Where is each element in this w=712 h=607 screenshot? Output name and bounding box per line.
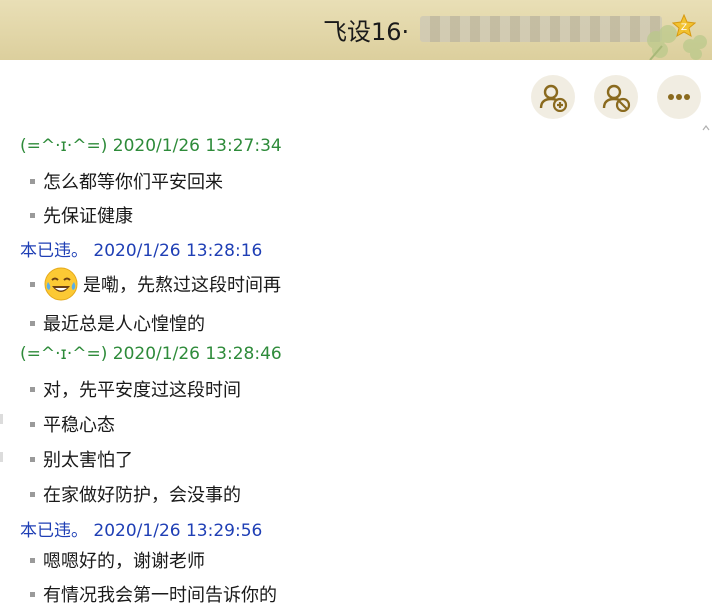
add-contact-button[interactable] [531, 75, 575, 119]
window-title: 飞设16· [323, 18, 410, 46]
bullet-icon [30, 178, 35, 184]
message-text: 嗯嗯好的，谢谢老师 [43, 551, 205, 572]
message-text: 别太害怕了 [43, 450, 133, 471]
message-text: 怎么都等你们平安回来 [43, 172, 223, 193]
laughing-tears-emoji-icon [44, 267, 78, 301]
message-text: 有情况我会第一时间告诉你的 [43, 585, 277, 606]
message-item[interactable]: 别太害怕了 [30, 446, 133, 472]
message-time: 2020/1/26 13:28:16 [93, 241, 263, 261]
message-item[interactable]: 怎么都等你们平安回来 [30, 168, 223, 194]
message-text: 在家做好防护，会没事的 [43, 485, 241, 506]
redacted-contact-info [420, 16, 662, 42]
message-text: 平稳心态 [43, 415, 115, 436]
bullet-icon [30, 491, 35, 497]
vip-badge-icon: Z [672, 14, 696, 38]
bullet-icon [30, 320, 35, 326]
sender-name: (=^·ɪ·^=) [20, 344, 108, 364]
bullet-icon [30, 557, 35, 563]
message-time: 2020/1/26 13:27:34 [112, 136, 282, 156]
scroll-up-icon[interactable] [702, 124, 710, 132]
more-options-button[interactable] [657, 75, 701, 119]
bullet-icon [30, 281, 35, 287]
message-time: 2020/1/26 13:28:46 [112, 344, 282, 364]
left-edge-marker [0, 452, 3, 462]
message-item[interactable]: 平稳心态 [30, 411, 115, 437]
message-header: (=^·ɪ·^=) 2020/1/26 13:28:46 [20, 344, 282, 364]
sender-name: 本已违。 [20, 521, 88, 541]
clover-decoration-icon [647, 25, 707, 60]
message-text: 对，先平安度过这段时间 [43, 380, 241, 401]
message-header: 本已违。 2020/1/26 13:29:56 [20, 516, 262, 541]
sender-name: 本已违。 [20, 241, 88, 261]
message-item[interactable]: 在家做好防护，会没事的 [30, 481, 241, 507]
title-bar: 飞设16· Z [0, 0, 712, 60]
bullet-icon [30, 456, 35, 462]
message-text: 是嘞，先熬过这段时间再 [83, 275, 281, 296]
left-edge-marker [0, 414, 3, 424]
message-text: 最近总是人心惶惶的 [43, 314, 205, 335]
sender-name: (=^·ɪ·^=) [20, 136, 108, 156]
message-item[interactable]: 先保证健康 [30, 202, 133, 228]
message-item[interactable]: 有情况我会第一时间告诉你的 [30, 581, 277, 607]
message-item[interactable]: 嗯嗯好的，谢谢老师 [30, 547, 205, 573]
remove-contact-button[interactable] [594, 75, 638, 119]
message-text: 先保证健康 [43, 206, 133, 227]
bullet-icon [30, 591, 35, 597]
message-item[interactable]: 是嘞，先熬过这段时间再 [30, 266, 281, 302]
message-item[interactable]: 最近总是人心惶惶的 [30, 310, 205, 336]
message-header: 本已违。 2020/1/26 13:28:16 [20, 236, 262, 261]
person-add-icon [539, 84, 568, 112]
message-time: 2020/1/26 13:29:56 [93, 521, 263, 541]
bullet-icon [30, 212, 35, 218]
person-block-icon [602, 84, 631, 112]
more-dots-icon [668, 94, 690, 100]
message-item[interactable]: 对，先平安度过这段时间 [30, 376, 241, 402]
svg-text:Z: Z [681, 23, 687, 33]
bullet-icon [30, 386, 35, 392]
message-header: (=^·ɪ·^=) 2020/1/26 13:27:34 [20, 136, 282, 156]
bullet-icon [30, 421, 35, 427]
